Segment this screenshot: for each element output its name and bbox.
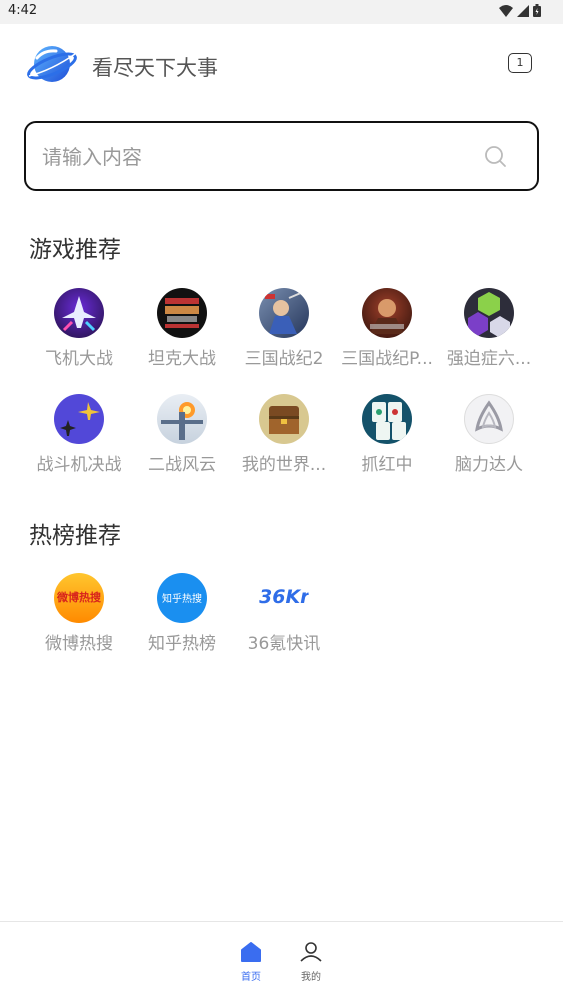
home-icon [241, 942, 261, 962]
nav-home-label: 首页 [241, 972, 261, 983]
game-item-my-world[interactable]: 我的世界... [232, 394, 336, 475]
game-item-ocd-hexagon[interactable]: 强迫症六... [437, 288, 541, 369]
hot-label: 微博热搜 [45, 634, 113, 654]
app-title: 看尽天下大事 [92, 56, 218, 80]
game-label: 飞机大战 [45, 349, 113, 369]
game-item-ww2[interactable]: 二战风云 [130, 394, 234, 475]
search-input[interactable] [40, 137, 464, 177]
nav-home[interactable]: 首页 [231, 942, 271, 983]
hot-section-title: 热榜推荐 [29, 523, 121, 549]
zhihu-icon-text: 知乎热搜 [162, 594, 202, 605]
battery-icon [533, 4, 541, 17]
search-icon[interactable] [484, 145, 508, 169]
planet-logo-icon [27, 46, 77, 82]
nav-mine[interactable]: 我的 [291, 942, 331, 983]
game-item-mahjong[interactable]: 抓红中 [335, 394, 439, 475]
search-box[interactable] [24, 121, 539, 191]
three-kingdoms-p-icon [362, 288, 412, 338]
games-section-title: 游戏推荐 [29, 237, 121, 263]
fighter-duel-icon [54, 394, 104, 444]
hot-item-weibo[interactable]: 微博热搜 微博热搜 [27, 573, 131, 654]
game-item-three-kingdoms-2[interactable]: 三国战纪2 [232, 288, 336, 369]
plane-war-icon [54, 288, 104, 338]
game-item-fighter-duel[interactable]: 战斗机决战 [27, 394, 131, 475]
status-icons [499, 4, 541, 17]
hot-label: 36氪快讯 [247, 634, 321, 654]
status-time: 4:42 [8, 3, 38, 18]
game-label: 我的世界... [241, 455, 327, 475]
game-item-tank-battle[interactable]: 坦克大战 [130, 288, 234, 369]
hot-item-zhihu[interactable]: 知乎热搜 知乎热榜 [130, 573, 234, 654]
game-label: 坦克大战 [148, 349, 216, 369]
hot-item-36kr[interactable]: 36Kr 36氪快讯 [232, 573, 336, 654]
bottom-nav: 首页 我的 [0, 921, 563, 1002]
game-label: 强迫症六... [446, 349, 532, 369]
36kr-icon: 36Kr [259, 573, 309, 623]
status-bar: 4:42 [0, 0, 563, 24]
nav-mine-label: 我的 [301, 972, 321, 983]
hot-label: 知乎热榜 [148, 634, 216, 654]
mahjong-icon [362, 394, 412, 444]
36kr-icon-text: 36Kr [259, 586, 309, 608]
game-item-plane-war[interactable]: 飞机大战 [27, 288, 131, 369]
ww2-icon [157, 394, 207, 444]
tab-counter-button[interactable]: 1 [508, 53, 532, 73]
my-world-icon [259, 394, 309, 444]
game-item-brain-master[interactable]: 脑力达人 [437, 394, 541, 475]
header: 看尽天下大事 1 [0, 30, 563, 100]
tank-battle-icon [157, 288, 207, 338]
game-label: 抓红中 [361, 455, 413, 475]
game-label: 二战风云 [148, 455, 216, 475]
weibo-hot-icon: 微博热搜 [54, 573, 104, 623]
brain-master-icon [464, 394, 514, 444]
game-label: 战斗机决战 [36, 455, 122, 475]
user-icon [300, 942, 322, 962]
game-label: 三国战纪2 [244, 349, 324, 369]
three-kingdoms-2-icon [259, 288, 309, 338]
zhihu-hot-icon: 知乎热搜 [157, 573, 207, 623]
game-label: 三国战纪P... [341, 349, 433, 369]
game-item-three-kingdoms-p[interactable]: 三国战纪P... [335, 288, 439, 369]
weibo-icon-text: 微博热搜 [57, 591, 101, 604]
ocd-hexagon-icon [464, 288, 514, 338]
signal-icon [517, 4, 529, 17]
wifi-icon [499, 4, 513, 17]
game-label: 脑力达人 [455, 455, 523, 475]
